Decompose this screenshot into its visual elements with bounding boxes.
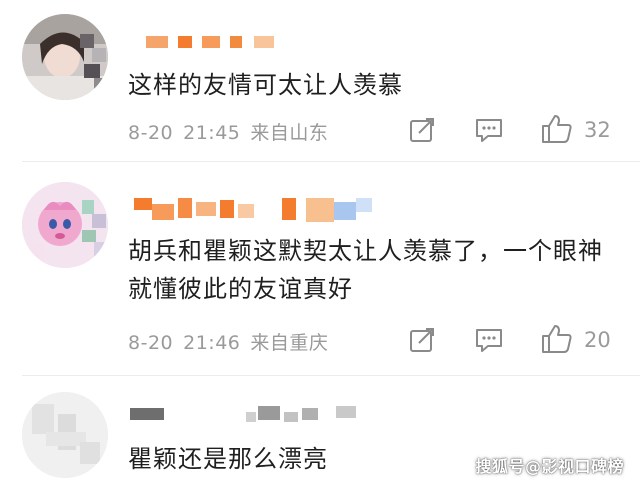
thumbs-up-icon[interactable] [540,323,574,355]
username-mosaic [130,406,370,424]
source-watermark: 搜狐号@影视口碑榜 [475,457,624,476]
username-mosaic [146,36,286,50]
comment-item: 这样的友情可太让人羡慕 8-20 21:45 来自山东 32 [0,0,640,162]
comment-icon[interactable] [474,326,504,354]
avatar[interactable] [22,14,108,100]
avatar-image [22,392,108,478]
comment-text: 这样的友情可太让人羡慕 [128,71,403,99]
like-count: 32 [584,118,611,142]
comment-date: 8-20 [128,332,174,354]
comment-time: 21:45 [183,122,241,144]
comment-time: 21:46 [183,332,241,354]
comment-date: 8-20 [128,122,174,144]
share-icon[interactable] [408,326,436,354]
comment-text: 胡兵和瞿颖这默契太让人羡慕了，一个眼神就懂彼此的友谊真好 [128,237,603,303]
like-count: 20 [584,328,611,352]
comment-item: 胡兵和瞿颖这默契太让人羡慕了，一个眼神就懂彼此的友谊真好 8-20 21:46 来自… [0,162,640,376]
avatar-image [22,14,108,100]
thumbs-up-icon[interactable] [540,113,574,145]
comment-meta: 8-20 21:45 来自山东 [128,118,338,145]
share-icon[interactable] [408,116,436,144]
avatar[interactable] [22,392,108,478]
comment-icon[interactable] [474,116,504,144]
comment-location: 来自重庆 [250,332,329,354]
username-mosaic [134,198,384,224]
comment-location: 来自山东 [250,122,329,144]
comment-meta: 8-20 21:46 来自重庆 [128,328,338,355]
avatar[interactable] [22,182,108,268]
avatar-image [22,182,108,268]
